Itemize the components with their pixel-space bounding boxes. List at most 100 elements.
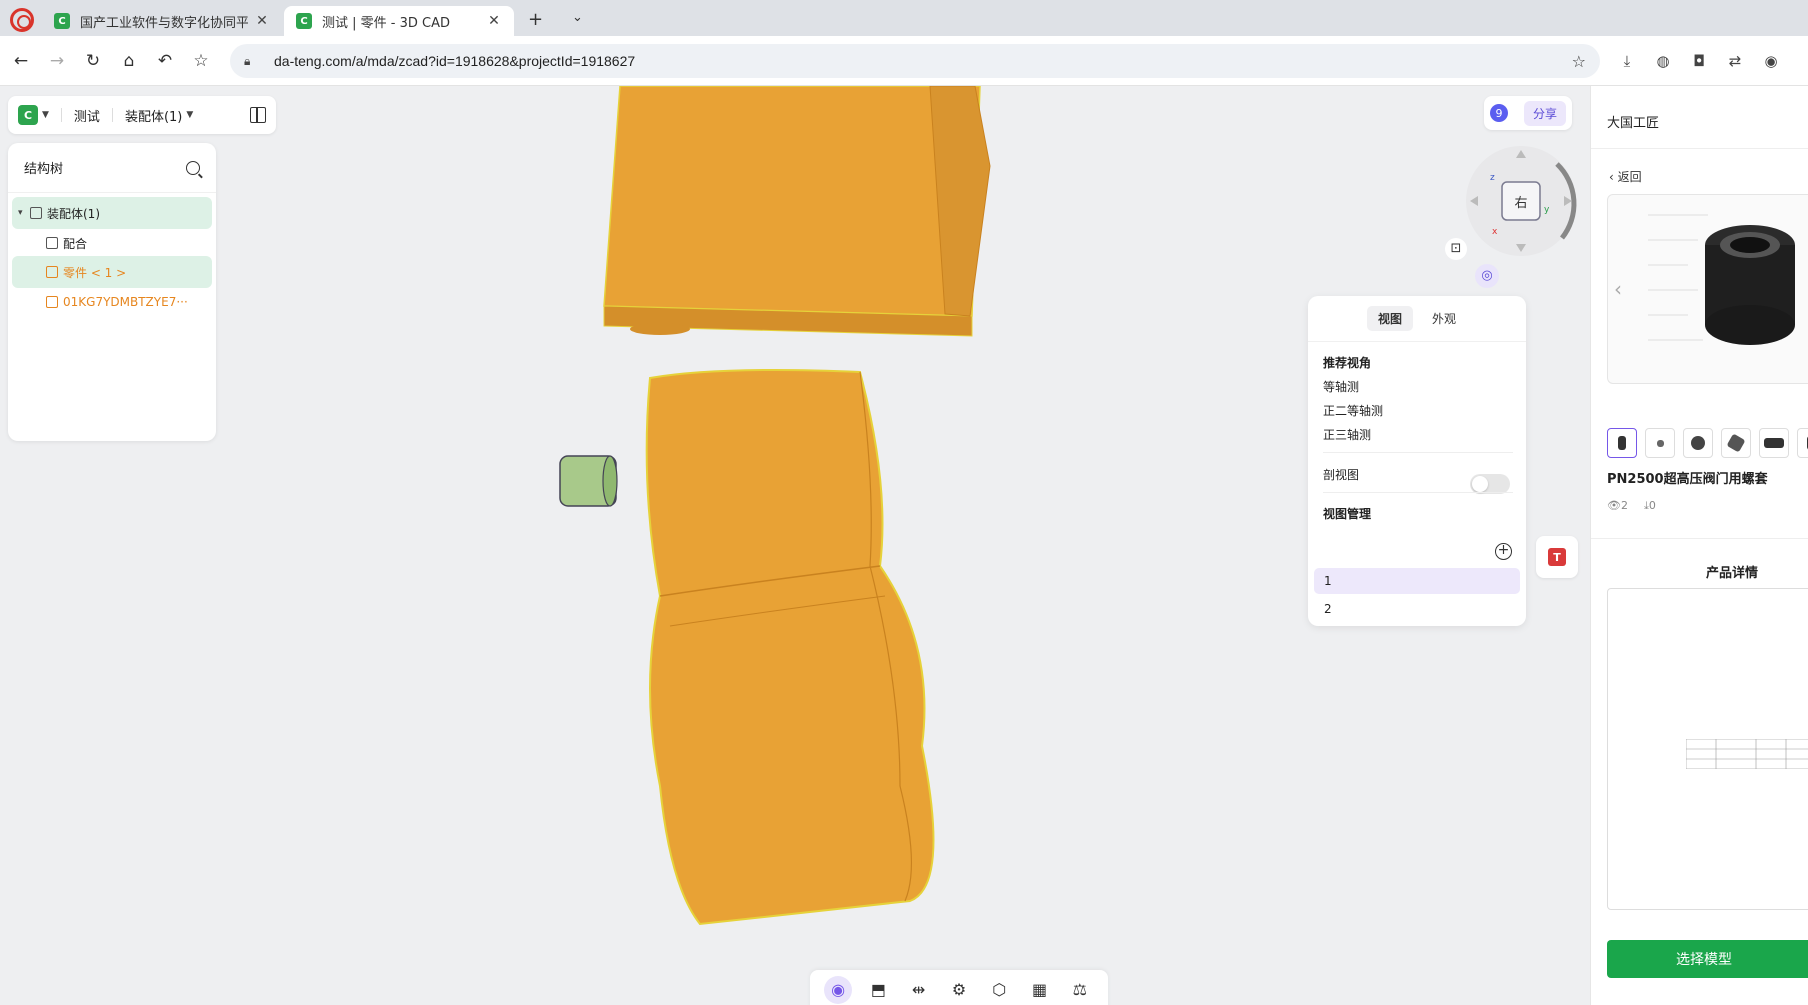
drawing-button[interactable]: T	[1536, 536, 1578, 578]
chevron-down-icon[interactable]: ▾	[18, 208, 30, 218]
home-icon[interactable]: ⌂	[118, 50, 140, 72]
browser-address-bar: ← → ↻ ⌂ ↶ ☆ 🔒︎ da-teng.com/a/mda/zcad?id…	[0, 36, 1808, 86]
tree-header: 结构树	[8, 143, 216, 193]
undo-icon[interactable]: ↶	[154, 50, 176, 72]
share-extension-icon[interactable]: ⇄	[1724, 50, 1746, 72]
model-block-foot	[630, 323, 690, 335]
orbit-icon[interactable]: ◉	[824, 976, 853, 1004]
drawing-icon: T	[1548, 548, 1566, 566]
view-menu-icon[interactable]: ◎	[1475, 264, 1499, 288]
user-count-badge[interactable]: 9	[1490, 104, 1508, 122]
toggle-panel-icon[interactable]	[250, 107, 266, 123]
assembly-icon	[30, 207, 42, 219]
browser-tab-1[interactable]: C 国产工业软件与数字化协同平 ✕	[42, 6, 282, 36]
product-detail-box[interactable]	[1607, 588, 1808, 910]
camera-icon[interactable]: ◘	[1688, 50, 1710, 72]
thumbnail-5[interactable]	[1759, 428, 1789, 458]
eye-icon: 👁︎	[1607, 499, 1621, 512]
close-tab-icon[interactable]: ✕	[486, 13, 502, 29]
thumbnail-1[interactable]	[1607, 428, 1637, 458]
profile-icon[interactable]: ◉	[1760, 50, 1782, 72]
cad-app: C ▼ 测试 装配体(1) ▼ 结构树 ▾ 装配体(1) 配合 零件 < 1 >…	[0, 86, 1808, 1005]
cube-face-label: 右	[1514, 196, 1527, 211]
site-favicon-icon: C	[54, 13, 70, 29]
measure-icon[interactable]: ▦	[1026, 976, 1054, 1004]
download-icon[interactable]: ⤓	[1616, 50, 1638, 72]
box-open-icon[interactable]: ⬒	[864, 976, 892, 1004]
product-preview[interactable]: ‹	[1607, 194, 1808, 384]
structure-tree-panel: 结构树 ▾ 装配体(1) 配合 零件 < 1 > 01KG7YDMBTZYE7·…	[8, 143, 216, 441]
tree-item-part-1[interactable]: 零件 < 1 >	[12, 256, 212, 288]
select-model-button[interactable]: 选择模型	[1607, 940, 1808, 978]
tree-title: 结构树	[24, 162, 64, 177]
back-link[interactable]: ‹ 返回	[1609, 168, 1642, 185]
view-dimetric[interactable]: 正二等轴测	[1323, 402, 1383, 419]
navigation-cube[interactable]: 右 z x y	[1462, 142, 1580, 260]
tab-appearance[interactable]: 外观	[1421, 306, 1467, 331]
divider	[1591, 538, 1808, 539]
share-button[interactable]: 分享	[1523, 100, 1566, 126]
add-view-icon[interactable]: +	[1495, 543, 1512, 560]
bottom-toolbar: ◉ ⬒ ⇹ ⚙ ⬡ ▦ ⚖	[810, 970, 1108, 1005]
globe-icon[interactable]: ◍	[1652, 50, 1674, 72]
tab-list-chevron-icon[interactable]: ⌄	[572, 10, 583, 25]
bookmark-star-icon[interactable]: ☆	[190, 50, 212, 72]
view-isometric[interactable]: 等轴测	[1323, 378, 1359, 395]
recommended-title: 推荐视角	[1323, 356, 1372, 370]
url-bar[interactable]: 🔒︎ da-teng.com/a/mda/zcad?id=1918628&pro…	[230, 44, 1600, 78]
cube-icon[interactable]: ⬡	[985, 976, 1013, 1004]
back-icon[interactable]: ←	[10, 50, 32, 72]
side-panel-title: 大国工匠	[1607, 116, 1660, 131]
search-icon[interactable]	[186, 160, 200, 175]
axis-z-label: z	[1490, 173, 1495, 183]
thumbnail-strip	[1607, 428, 1808, 458]
view-panel-tabs: 视图 外观	[1308, 296, 1526, 342]
thumbnail-3[interactable]	[1683, 428, 1713, 458]
fit-view-icon[interactable]: ⊡	[1445, 238, 1467, 260]
app-logo-icon[interactable]: C	[18, 105, 38, 125]
tab-view[interactable]: 视图	[1366, 306, 1413, 331]
tree-item-part-2[interactable]: 01KG7YDMBTZYE7···	[12, 286, 212, 318]
project-name[interactable]: 测试	[74, 106, 100, 125]
bookmark-page-icon[interactable]: ☆	[1572, 52, 1586, 71]
tab-title: 测试 | 零件 - 3D CAD	[322, 15, 450, 31]
balance-icon[interactable]: ⚖	[1066, 976, 1094, 1004]
site-favicon-icon: C	[296, 13, 312, 29]
close-tab-icon[interactable]: ✕	[254, 13, 270, 29]
thumbnail-2[interactable]	[1645, 428, 1675, 458]
browser-tab-bar: C 国产工业软件与数字化协同平 ✕ C 测试 | 零件 - 3D CAD ✕ +…	[0, 0, 1808, 36]
divider	[1323, 452, 1513, 453]
top-right-controls: 9 分享	[1484, 96, 1572, 130]
browser-tab-2[interactable]: C 测试 | 零件 - 3D CAD ✕	[284, 6, 514, 36]
chevron-down-icon[interactable]: ▼	[42, 110, 49, 120]
browser-logo-icon	[10, 8, 34, 32]
url-text: da-teng.com/a/mda/zcad?id=1918628&projec…	[274, 53, 636, 69]
model-small-part-end	[602, 455, 618, 507]
tree-item-mates[interactable]: 配合	[12, 227, 212, 259]
prev-image-icon[interactable]: ‹	[1614, 277, 1622, 301]
thumbnail-4[interactable]	[1721, 428, 1751, 458]
tree-item-assembly[interactable]: ▾ 装配体(1)	[12, 197, 212, 229]
detail-drawing-image	[1686, 739, 1808, 769]
mate-icon[interactable]: ⇹	[905, 976, 933, 1004]
view-trimetric[interactable]: 正三轴测	[1323, 426, 1371, 443]
tree-item-label: 零件 < 1 >	[63, 265, 127, 280]
part-icon	[46, 266, 58, 278]
section-view-label: 剖视图	[1323, 468, 1360, 482]
product-image	[1648, 214, 1795, 345]
saved-view-1[interactable]: 1	[1314, 568, 1520, 594]
chevron-down-icon[interactable]: ▼	[186, 110, 193, 120]
forward-icon[interactable]: →	[46, 50, 68, 72]
saved-view-2[interactable]: 2	[1314, 596, 1520, 622]
assembly-selector[interactable]: 装配体(1)	[125, 106, 182, 125]
section-view-toggle[interactable]	[1470, 474, 1510, 494]
settings-icon[interactable]: ⚙	[945, 976, 973, 1004]
lock-icon: 🔒︎	[244, 53, 251, 68]
right-side-panel: 大国工匠 ‹ 返回 ‹ PN2500超高压阀门用螺套 👁︎2 ⤓0 产品详情 选…	[1590, 86, 1808, 1005]
new-tab-icon[interactable]: +	[528, 9, 543, 30]
view-manage-title: 视图管理	[1323, 507, 1372, 521]
tree-item-label: 配合	[63, 236, 88, 251]
thumbnail-6[interactable]	[1797, 428, 1808, 458]
divider	[1591, 148, 1808, 149]
reload-icon[interactable]: ↻	[82, 50, 104, 72]
